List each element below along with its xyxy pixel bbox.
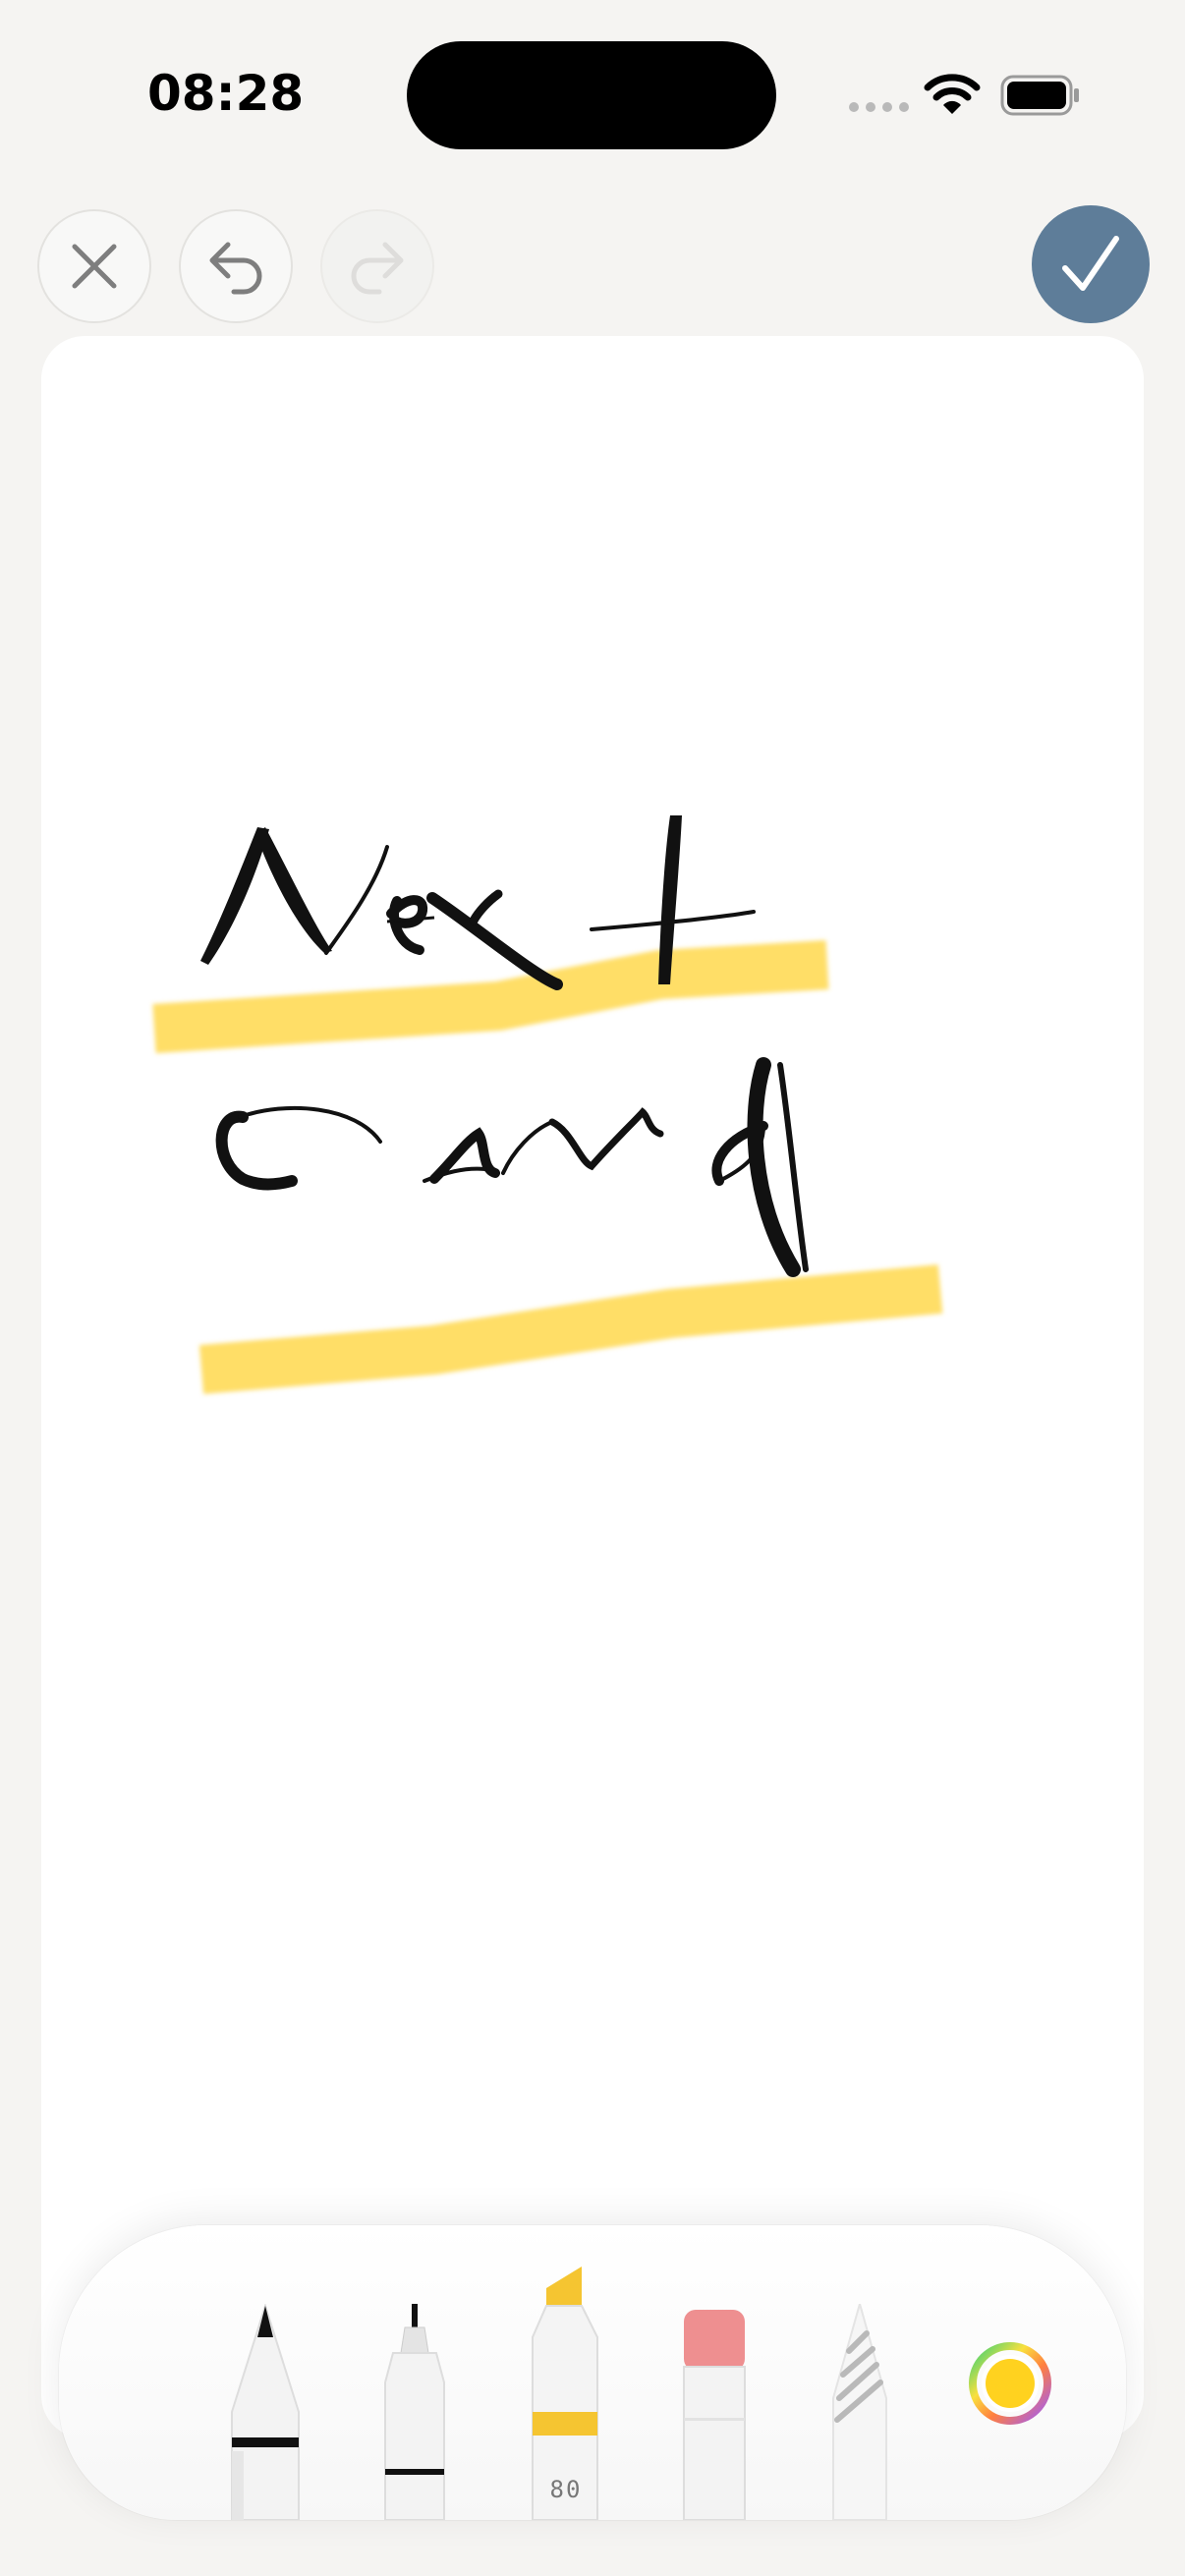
handwriting-next xyxy=(200,815,756,990)
top-toolbar xyxy=(0,201,1185,329)
wifi-icon xyxy=(924,74,981,114)
undo-icon xyxy=(209,242,262,295)
highlight-stroke-2 xyxy=(198,1264,943,1394)
cellular-dots-icon xyxy=(849,102,909,112)
pen-tool[interactable] xyxy=(228,2304,303,2520)
tool-palette: 80 xyxy=(59,2225,1126,2520)
drawing-canvas[interactable] xyxy=(41,336,1144,2438)
close-icon xyxy=(72,244,117,289)
dynamic-island xyxy=(407,41,776,149)
status-bar: 08:28 xyxy=(0,0,1185,196)
done-button[interactable] xyxy=(1032,205,1150,323)
handwriting-card xyxy=(215,1057,809,1277)
status-time: 08:28 xyxy=(147,65,305,122)
eraser-tool[interactable] xyxy=(680,2308,749,2520)
color-wheel-icon[interactable] xyxy=(968,2341,1052,2426)
highlight-stroke-1 xyxy=(152,940,829,1053)
undo-button[interactable] xyxy=(179,209,293,323)
redo-button[interactable] xyxy=(320,209,434,323)
handwriting-drawing xyxy=(152,815,943,1394)
battery-icon xyxy=(1000,75,1079,116)
close-button[interactable] xyxy=(37,209,151,323)
redo-icon xyxy=(351,242,404,295)
lasso-tool[interactable] xyxy=(827,2304,892,2520)
marker-opacity-label: 80 xyxy=(549,2476,583,2503)
fineliner-tool[interactable] xyxy=(379,2304,450,2520)
checkmark-icon xyxy=(1062,236,1119,291)
